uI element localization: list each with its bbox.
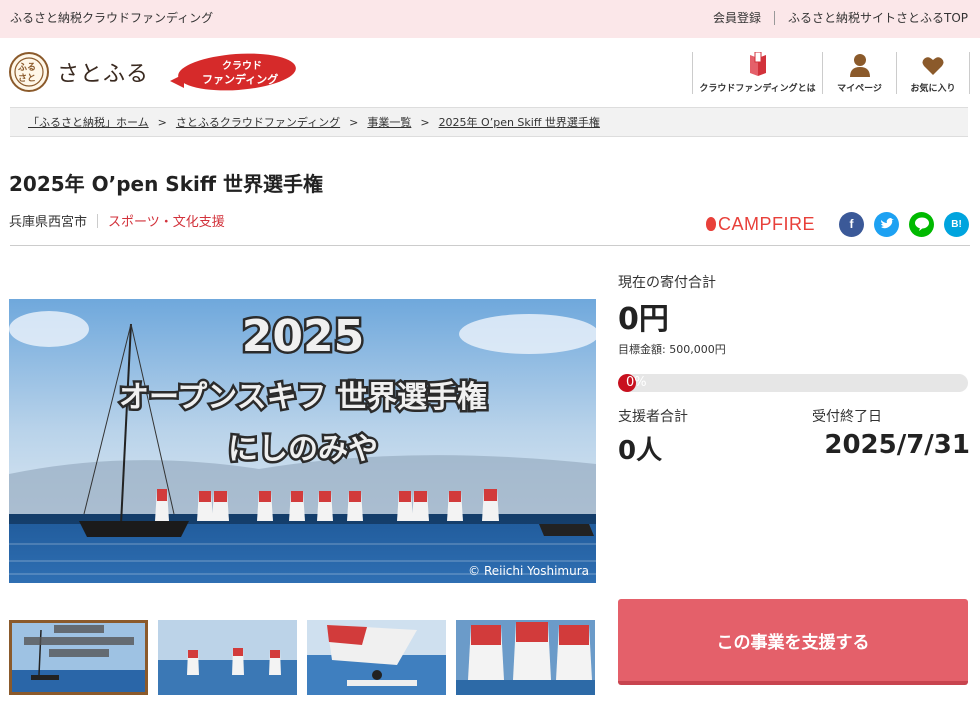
supporters-label: 支援者合計 bbox=[618, 409, 688, 425]
hero-title: オープンスキフ 世界選手権 bbox=[119, 380, 487, 415]
project-location: 兵庫県西宮市 bbox=[9, 215, 88, 230]
nav-label: クラウドファンディングとは bbox=[699, 84, 816, 94]
thumbnail-strip bbox=[9, 620, 596, 695]
register-link[interactable]: 会員登録 bbox=[713, 9, 761, 26]
hero-place: にしのみや bbox=[228, 432, 378, 467]
nav-label: お気に入り bbox=[910, 84, 956, 94]
bird-icon bbox=[880, 218, 894, 229]
thumbnail-1[interactable] bbox=[9, 620, 148, 695]
deadline-value: 2025/7/31 bbox=[824, 430, 970, 460]
thumbnail-3[interactable] bbox=[307, 620, 446, 695]
share-bar: CAMPFIRE f B! bbox=[705, 211, 969, 237]
heart-icon bbox=[922, 57, 944, 75]
photo-credit: © Reiichi Yoshimura bbox=[468, 564, 589, 578]
thumbnail-2[interactable] bbox=[158, 620, 297, 695]
svg-text:さと: さと bbox=[18, 73, 36, 84]
header-nav: クラウドファンディングとは マイページ お気に入り bbox=[692, 52, 970, 94]
logo-text[interactable]: さとふる bbox=[57, 56, 149, 88]
breadcrumb-separator: > bbox=[349, 115, 359, 129]
top-links: 会員登録 ふるさと納税サイトさとふるTOP bbox=[713, 9, 968, 26]
divider bbox=[773, 10, 775, 25]
book-icon bbox=[749, 52, 766, 76]
svg-text:ふる: ふる bbox=[18, 62, 36, 73]
breadcrumb-crowdfunding[interactable]: さとふるクラウドファンディング bbox=[176, 114, 340, 130]
breadcrumb-current[interactable]: 2025年 O’pen Skiff 世界選手権 bbox=[439, 114, 600, 130]
raised-value: 0円 bbox=[618, 302, 669, 337]
breadcrumb-home[interactable]: 「ふるさと納税」ホーム bbox=[28, 114, 149, 130]
nav-favorites[interactable]: お気に入り bbox=[896, 52, 970, 94]
project-category[interactable]: スポーツ・文化支援 bbox=[108, 211, 225, 230]
divider bbox=[97, 213, 99, 228]
campfire-label: CAMPFIRE bbox=[717, 213, 815, 234]
nav-about-crowdfunding[interactable]: クラウドファンディングとは bbox=[692, 52, 822, 94]
progress-percent: 0% bbox=[626, 375, 647, 390]
badge-line2: ファンディング bbox=[202, 73, 279, 86]
site-tagline: ふるさと納税クラウドファンディング bbox=[10, 11, 214, 25]
hatena-bookmark-button[interactable]: B! bbox=[944, 211, 969, 237]
breadcrumb-separator: > bbox=[420, 115, 430, 129]
top-bar: ふるさと納税クラウドファンディング 会員登録 ふるさと納税サイトさとふるTOP bbox=[0, 0, 980, 38]
nav-label: マイページ bbox=[837, 84, 882, 94]
logo-mark-icon[interactable]: ふる さと bbox=[9, 52, 49, 92]
flame-icon bbox=[705, 216, 716, 231]
thumbnail-4[interactable] bbox=[456, 620, 595, 695]
campfire-logo[interactable]: CAMPFIRE bbox=[705, 213, 815, 235]
hero-year: 2025 bbox=[242, 311, 364, 362]
site-header: ふる さと さとふる クラウド ファンディング クラウドファンディングとは マイ… bbox=[0, 38, 980, 106]
project-meta: 兵庫県西宮市 スポーツ・文化支援 bbox=[9, 211, 225, 230]
supporters-value: 0人 bbox=[618, 436, 663, 466]
raised-label: 現在の寄付合計 bbox=[618, 275, 716, 291]
nav-mypage[interactable]: マイページ bbox=[822, 52, 896, 94]
deadline-label: 受付終了日 bbox=[812, 409, 882, 425]
twitter-share-button[interactable] bbox=[874, 211, 899, 237]
page-title: 2025年 O’pen Skiff 世界選手権 bbox=[9, 172, 324, 196]
progress-bar: 0% bbox=[618, 374, 968, 392]
facebook-share-button[interactable]: f bbox=[839, 211, 864, 237]
breadcrumb: 「ふるさと納税」ホーム > さとふるクラウドファンディング > 事業一覧 > 2… bbox=[10, 107, 968, 137]
breadcrumb-projects[interactable]: 事業一覧 bbox=[367, 114, 411, 130]
line-share-button[interactable] bbox=[909, 211, 934, 237]
divider bbox=[10, 245, 970, 246]
line-icon bbox=[914, 217, 929, 231]
badge-line1: クラウド bbox=[222, 61, 262, 72]
satofull-top-link[interactable]: ふるさと納税サイトさとふるTOP bbox=[788, 9, 968, 26]
main-project-image[interactable]: 2025 オープンスキフ 世界選手権 にしのみや © Reiichi Yoshi… bbox=[9, 299, 596, 583]
breadcrumb-separator: > bbox=[157, 115, 167, 129]
goal-amount: 目標金額: 500,000円 bbox=[618, 343, 726, 356]
crowdfunding-badge[interactable]: クラウド ファンディング bbox=[170, 49, 298, 95]
support-project-button[interactable]: この事業を支援する bbox=[618, 599, 968, 685]
user-icon bbox=[849, 54, 870, 77]
